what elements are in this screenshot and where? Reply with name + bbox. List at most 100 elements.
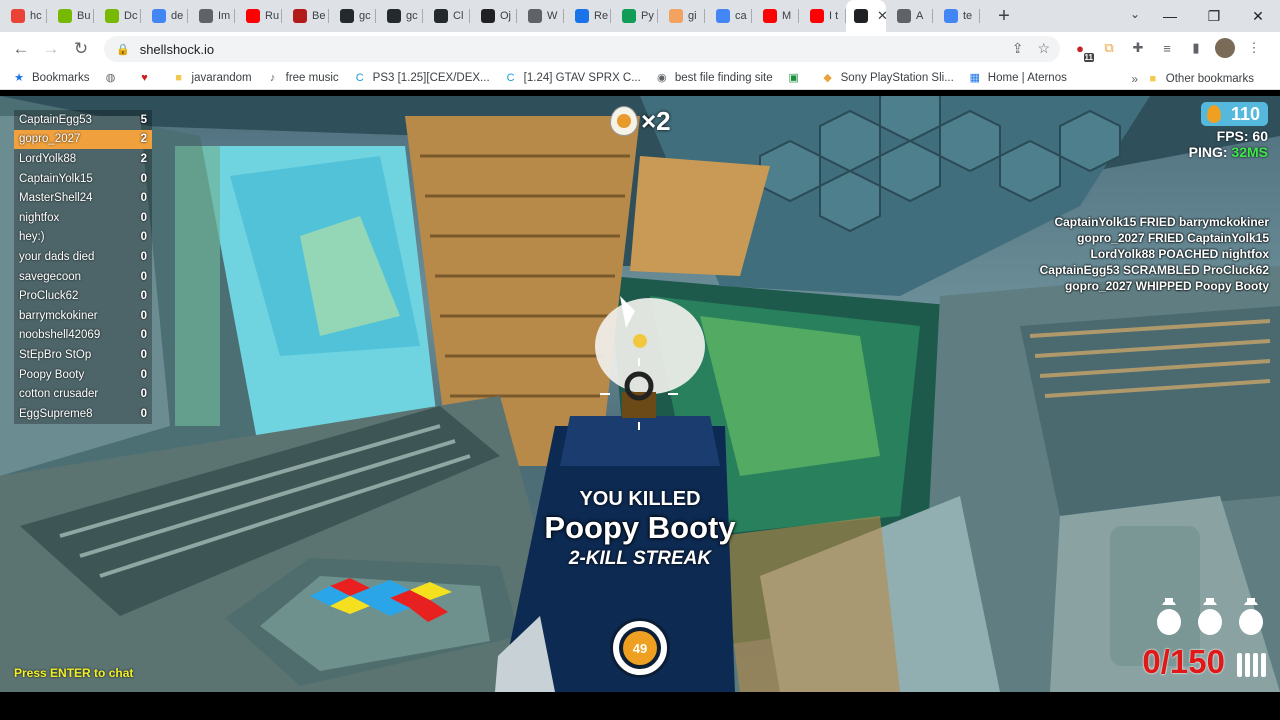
- back-icon[interactable]: ←: [6, 34, 36, 64]
- browser-tab[interactable]: A: [886, 0, 933, 32]
- bookmark-item[interactable]: ♥: [138, 71, 158, 85]
- minimize-icon[interactable]: —: [1148, 0, 1192, 32]
- browser-tab[interactable]: te: [933, 0, 980, 32]
- leaderboard-row: LordYolk88 2: [14, 149, 152, 169]
- browser-tab[interactable]: de: [141, 0, 188, 32]
- browser-tab[interactable]: hc: [0, 0, 47, 32]
- browser-tab[interactable]: Re: [564, 0, 611, 32]
- browser-tab[interactable]: Be: [282, 0, 329, 32]
- bookmark-label: Sony PlayStation Sli...: [840, 71, 954, 84]
- browser-tab[interactable]: Py: [611, 0, 658, 32]
- player-name: MasterShell24: [19, 192, 93, 205]
- leaderboard: CaptainEgg53 5 gopro_2027 2 LordYolk88 2 Capta…: [14, 110, 152, 424]
- close-tab-icon[interactable]: ✕: [877, 8, 886, 24]
- browser-tab[interactable]: gi: [658, 0, 705, 32]
- bottom-bar: [0, 692, 1280, 720]
- browser-toolbar: ← → ↻ 🔒 shellshock.io ⇪ ☆ ● 11 ⧉ ✚ ≡ ▮ ⋮: [0, 32, 1280, 66]
- player-name: ProCluck62: [19, 290, 79, 303]
- fps-label: FPS:: [1216, 128, 1253, 144]
- google-icon: [716, 9, 730, 23]
- other-bookmarks[interactable]: ■ Other bookmarks: [1146, 72, 1254, 86]
- tab-label: gc: [359, 10, 371, 22]
- tab-label: hc: [30, 10, 42, 22]
- extensions-puzzle-icon[interactable]: ✚: [1128, 38, 1148, 58]
- youtube-icon: [246, 9, 260, 23]
- ping-label: PING:: [1188, 144, 1232, 160]
- profile-avatar[interactable]: [1215, 38, 1235, 58]
- bookmark-item[interactable]: ★ Bookmarks: [12, 71, 89, 85]
- youtube-icon: [763, 9, 777, 23]
- player-score: 2: [140, 152, 147, 165]
- close-window-icon[interactable]: ✕: [1236, 0, 1280, 32]
- browser-tab[interactable]: M: [752, 0, 799, 32]
- tab-label: Ru: [265, 10, 280, 22]
- reading-list-icon[interactable]: ≡: [1157, 38, 1177, 58]
- share-icon[interactable]: ⇪: [1012, 40, 1024, 57]
- side-panel-icon[interactable]: ▮: [1186, 38, 1206, 58]
- bookmark-star-icon[interactable]: ☆: [1037, 40, 1050, 57]
- browser-tab[interactable]: gc: [329, 0, 376, 32]
- browser-tab[interactable]: W: [517, 0, 564, 32]
- player-name: savegecoon: [19, 270, 82, 283]
- new-tab-button[interactable]: +: [990, 2, 1018, 30]
- globe-icon: [528, 9, 542, 23]
- ping-readout: PING: 32MS: [1189, 144, 1268, 160]
- menu-icon[interactable]: ⋮: [1244, 38, 1264, 58]
- bookmark-item[interactable]: C PS3 [1.25][CEX/DEX...: [353, 71, 490, 85]
- bookmark-item[interactable]: C [1.24] GTAV SPRX C...: [504, 71, 641, 85]
- extension-badge-icon[interactable]: ● 11: [1070, 38, 1094, 62]
- game-viewport[interactable]: CaptainEgg53 5 gopro_2027 2 LordYolk88 2 Capta…: [0, 96, 1280, 692]
- kill-feed-entry: gopro_2027 WHIPPED Poopy Booty: [1064, 279, 1269, 293]
- player-name: noobshell42069: [19, 329, 101, 342]
- chat-prompt[interactable]: Press ENTER to chat: [14, 666, 133, 680]
- tab-label: gi: [688, 10, 697, 22]
- bookmark-item[interactable]: ◍: [104, 71, 124, 85]
- leaderboard-row: ProCluck62 0: [14, 286, 152, 306]
- bookmark-item[interactable]: ◆ Sony PlayStation Sli...: [821, 71, 954, 85]
- url-text[interactable]: shellshock.io: [140, 42, 214, 57]
- bookmark-item[interactable]: ♪ free music: [266, 71, 339, 85]
- tab-label: M: [782, 10, 792, 22]
- tab-search-icon[interactable]: ⌄: [1130, 7, 1140, 21]
- star-icon: ★: [14, 72, 24, 84]
- browser-tab[interactable]: ✕: [846, 0, 886, 32]
- forward-icon[interactable]: →: [36, 34, 66, 64]
- extension-icon[interactable]: ⧉: [1099, 38, 1119, 58]
- player-name: hey:): [19, 231, 45, 244]
- browser-tab[interactable]: ca: [705, 0, 752, 32]
- youtube-icon: [810, 9, 824, 23]
- player-score: 0: [140, 309, 147, 322]
- tab-label: Re: [594, 10, 609, 22]
- browser-tab[interactable]: Im: [188, 0, 235, 32]
- browser-tab[interactable]: Cl: [423, 0, 470, 32]
- bookmark-item[interactable]: ◉ best file finding site: [655, 71, 773, 85]
- player-name: your dads died: [19, 250, 95, 263]
- ammo-shells-icon: [1237, 653, 1266, 677]
- bookmark-item[interactable]: ▣: [787, 71, 807, 85]
- kill-feed-entry: CaptainYolk15 FRIED barrymckokiner: [1054, 215, 1269, 229]
- reload-icon[interactable]: ↻: [66, 34, 96, 64]
- music-icon: ♪: [269, 71, 276, 84]
- player-score: 0: [140, 368, 147, 381]
- fps-value: 60: [1252, 128, 1268, 144]
- lock-icon[interactable]: 🔒: [116, 43, 130, 56]
- address-bar[interactable]: 🔒 shellshock.io ⇪ ☆: [104, 36, 1060, 62]
- browser-tab[interactable]: Bu: [47, 0, 94, 32]
- nvidia-icon: [105, 9, 119, 23]
- bookmarks-overflow-icon[interactable]: »: [1131, 72, 1138, 86]
- player-name: EggSupreme8: [19, 407, 93, 420]
- bookmark-item[interactable]: ■ javarandom: [172, 71, 251, 85]
- browser-tab[interactable]: Dc: [94, 0, 141, 32]
- browser-tab[interactable]: Oj: [470, 0, 517, 32]
- bookmark-item[interactable]: ▦ Home | Aternos: [968, 71, 1067, 85]
- leaderboard-row: your dads died 0: [14, 247, 152, 267]
- restore-icon[interactable]: ❐: [1192, 0, 1236, 32]
- browser-tab[interactable]: Ru: [235, 0, 282, 32]
- github-icon: [340, 9, 354, 23]
- browser-tab[interactable]: gc: [376, 0, 423, 32]
- browser-tab[interactable]: I t: [799, 0, 846, 32]
- nvidia-icon: [58, 9, 72, 23]
- leaderboard-row: MasterShell24 0: [14, 188, 152, 208]
- tab-label: A: [916, 10, 924, 22]
- tab-label: de: [171, 10, 184, 22]
